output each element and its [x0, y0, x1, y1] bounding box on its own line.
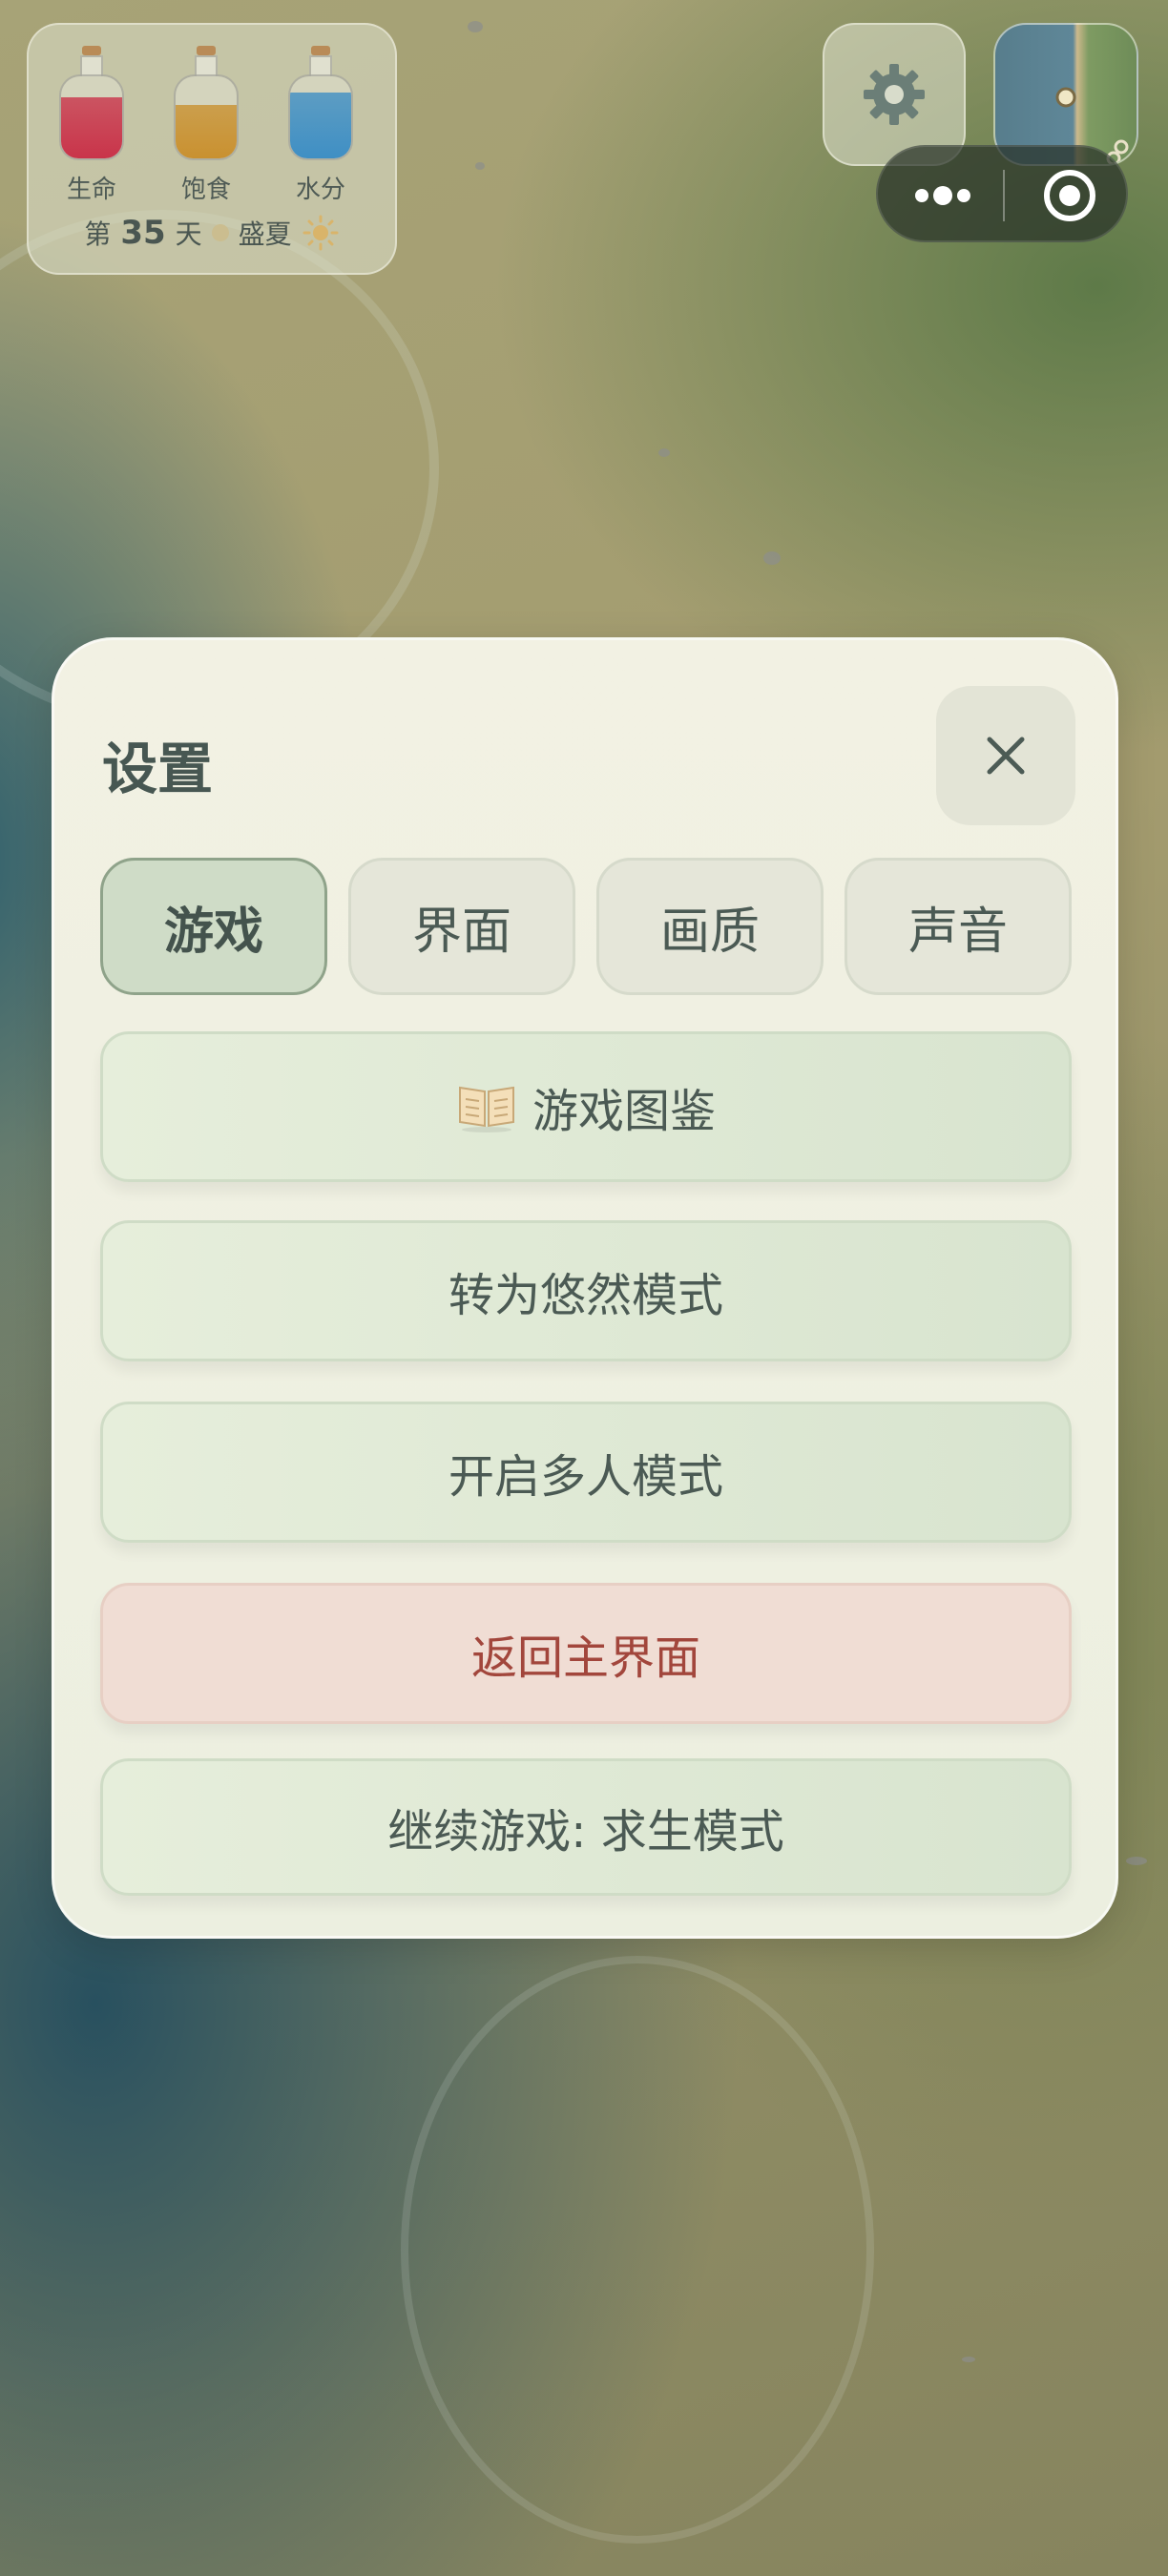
day-number: 35	[120, 214, 166, 252]
target-icon[interactable]	[1040, 166, 1099, 225]
pebble	[1126, 1857, 1147, 1865]
water-fill	[290, 93, 351, 158]
season-dot	[211, 224, 229, 241]
hunger-bottle	[172, 46, 240, 160]
tab-interface[interactable]: 界面	[348, 858, 575, 995]
sun-icon	[302, 215, 339, 251]
water-bottle	[286, 46, 355, 160]
pebble	[475, 162, 485, 170]
multiplayer-button[interactable]: 开启多人模式	[100, 1402, 1072, 1543]
settings-dialog: 设置 游戏 界面 画质 声音 游戏图鉴 转为悠然模式 开启多人模式 返回主界面 …	[52, 637, 1118, 1939]
mini-program-capsule	[876, 145, 1128, 242]
water-label: 水分	[295, 176, 345, 204]
day-season-line: 第 35 天 盛夏	[29, 214, 395, 252]
hunger-label: 饱食	[180, 176, 231, 204]
season-label: 盛夏	[238, 218, 292, 250]
continue-game-button[interactable]: 继续游戏: 求生模式	[100, 1758, 1072, 1896]
tab-graphics[interactable]: 画质	[596, 858, 824, 995]
close-icon	[987, 737, 1025, 775]
water-stat: 水分	[286, 46, 355, 205]
shore-foam	[401, 1956, 874, 2544]
capsule-divider	[1003, 170, 1005, 221]
more-dots-icon[interactable]	[912, 177, 973, 214]
health-label: 生命	[66, 176, 116, 204]
tab-game[interactable]: 游戏	[100, 858, 327, 995]
pebble	[468, 21, 483, 32]
main-menu-button[interactable]: 返回主界面	[100, 1583, 1072, 1724]
encyclopedia-label: 游戏图鉴	[532, 1085, 716, 1138]
pebble	[658, 448, 670, 457]
tab-sound[interactable]: 声音	[845, 858, 1072, 995]
encyclopedia-button[interactable]: 游戏图鉴	[100, 1031, 1072, 1182]
day-prefix: 第	[84, 218, 112, 250]
pebble	[763, 551, 781, 565]
day-suffix: 天	[175, 218, 202, 250]
dialog-title: 设置	[102, 737, 214, 801]
settings-tabs: 游戏 界面 画质 声音	[100, 858, 1072, 995]
book-icon	[458, 1086, 514, 1132]
health-bottle	[57, 46, 126, 160]
relax-mode-button[interactable]: 转为悠然模式	[100, 1220, 1072, 1361]
pebble	[962, 2357, 975, 2362]
gear-icon	[864, 64, 925, 125]
health-fill	[61, 96, 122, 158]
hunger-stat: 饱食	[172, 46, 240, 205]
health-stat: 生命	[57, 46, 126, 205]
status-hud: 生命 饱食 水分 第 35 天 盛夏	[27, 23, 397, 275]
hunger-fill	[176, 105, 237, 158]
close-button[interactable]	[936, 686, 1075, 825]
